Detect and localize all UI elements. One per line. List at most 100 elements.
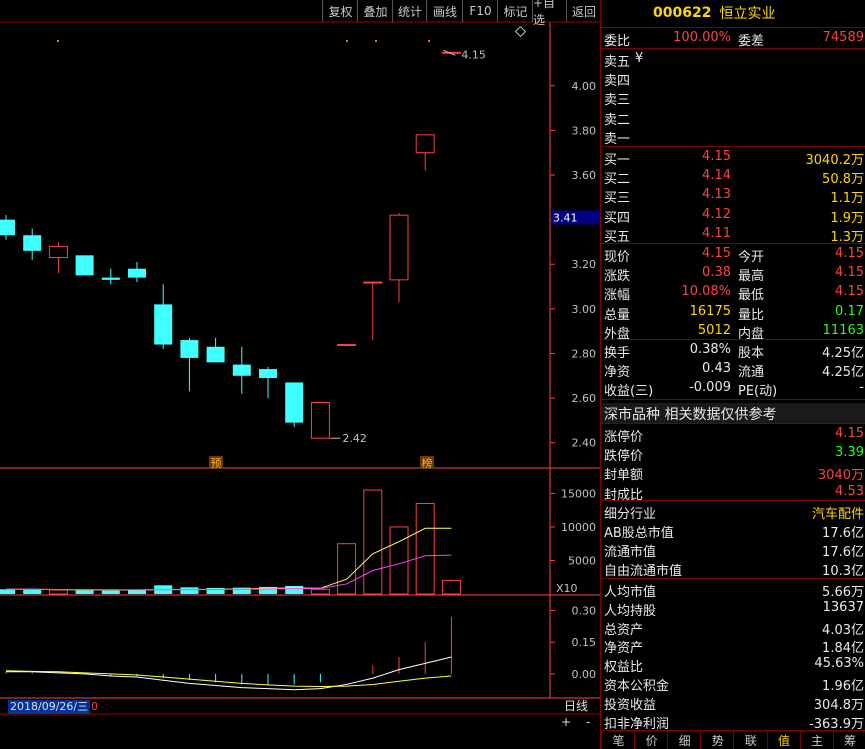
stat-label2: 量比 [738,307,765,323]
candle-body [232,364,251,376]
vol-ma-line-a [6,527,452,591]
stat-row: 现价 4.15 今开 4.15 [601,245,865,265]
buy-row: 买二 4.14 50.8万 [601,167,865,188]
volume-bar [415,502,435,595]
panel-tab-4[interactable]: 联 [733,731,767,749]
fin-label: 换手 [604,346,631,361]
fin-value: -0.009 [689,380,731,396]
market-note: 深市品种 相关数据仅供参考 [601,403,865,423]
price-tick-label: 3.60 [572,169,597,182]
toolbar-item-7[interactable]: 返回 [566,0,601,22]
stat-label: 总量 [604,307,631,323]
cap-value: 17.6亿 [822,545,864,560]
limit-row: 涨停价 4.15 [601,425,865,445]
cap-label: AB股总市值 [604,526,674,541]
stat-label: 现价 [604,250,631,265]
cap-value: 17.6亿 [822,526,864,541]
fin-label: 收益(三) [604,384,654,400]
fund-label: 人均市值 [604,585,657,600]
fin-label2: 流通 [738,365,765,381]
buy-price: 4.12 [702,206,731,222]
stat-label2: 最高 [738,269,765,285]
kline-chart-area[interactable]: 4.003.803.603.403.203.002.802.602.403.41… [0,0,600,749]
panel-tab-1[interactable]: 价 [634,731,668,749]
fin-value2: 4.25亿 [822,365,864,381]
sell-row: 卖三 [601,88,865,109]
panel-tab-7[interactable]: 筹 [832,731,865,749]
diamond-icon[interactable] [514,25,527,38]
panel-tab-6[interactable]: 主 [799,731,834,749]
buy-price: 4.13 [702,187,731,203]
stat-label2: 今开 [738,250,765,265]
kline-chart[interactable]: 4.003.803.603.403.203.002.802.602.403.41… [0,0,600,749]
stat-label: 涨幅 [604,288,631,304]
fin-label: 净资 [604,365,631,381]
buy-row: 买一 4.15 3040.2万 [601,148,865,168]
panel-tab-2[interactable]: 细 [667,731,701,749]
fund-label: 资本公积金 [604,679,670,694]
fund-row: 资本公积金 1.96亿 [601,674,865,694]
panel-tab-5[interactable]: 值 [766,731,801,749]
panel-tab-0[interactable]: 笔 [601,731,635,749]
fund-value: -363.9万 [809,716,864,732]
fin-row: 净资 0.43 流通 4.25亿 [601,360,865,381]
cap-row: 流通市值 17.6亿 [601,540,865,560]
zoom-in-button[interactable]: + [561,715,571,729]
buy-label: 买二 [604,172,631,188]
price-tick-label: 3.00 [572,303,597,316]
buy-row: 买五 4.11 1.3万 [601,225,865,245]
macd-tick-label: 0.00 [572,668,597,681]
fund-value: 5.66万 [822,585,864,600]
volume-bar [23,589,42,594]
stat-value: 10.08% [681,284,731,300]
toolbar-item-3[interactable]: 画线 [426,0,463,22]
volume-bar [128,589,146,594]
macd-tick-label: 0.15 [572,636,597,649]
stock-name: 恒立实业 [719,6,776,22]
candle-body [206,346,225,363]
vol-ma-line-b [6,554,452,591]
fin-row: 换手 0.38% 股本 4.25亿 [601,341,865,361]
candle-body [389,214,409,281]
stat-value: 5012 [697,322,731,338]
candle-body [48,245,68,259]
volume-bar [441,580,461,595]
fin-value2: 4.25亿 [822,346,864,361]
toolbar-item-0[interactable]: 复权 [322,0,358,22]
toolbar-item-1[interactable]: 叠加 [357,0,393,22]
toolbar-item-6[interactable]: +自选 [532,0,567,27]
volume-bar [310,588,330,595]
industry-value[interactable]: 汽车配件 [812,503,864,522]
sell-label: 卖二 [604,112,631,128]
cursor-date-suffix: 0 [91,700,98,713]
sell-row: 卖一 [601,127,865,147]
volume-bar [180,587,199,594]
macd-tick-label: 0.30 [572,605,597,618]
stat-value: 4.15 [702,246,731,261]
toolbar-item-5[interactable]: 标记 [497,0,533,22]
event-marker-bang: 榜 [422,456,433,470]
marker-dot [57,40,59,42]
sell-note: ¥ [635,51,644,66]
buy-price: 4.15 [702,149,731,164]
stat-value: 16175 [689,303,731,319]
toolbar-item-2[interactable]: 统计 [392,0,427,22]
marker-dot [375,40,377,42]
stat-value2: 11163 [822,322,864,338]
fund-value: 13637 [822,599,864,615]
volume-bar [285,585,304,594]
limit-value: 4.15 [835,426,864,441]
zoom-out-button[interactable]: - [586,715,590,729]
limit-row: 跌停价 3.39 [601,444,865,464]
period-day-button[interactable]: 日线 [553,698,599,714]
limit-label: 封单额 [604,468,644,484]
limit-value: 3.39 [835,445,864,461]
panel-tab-3[interactable]: 势 [700,731,734,749]
candle-body [75,255,94,276]
sell-label: 卖三 [604,93,631,109]
stat-value2: 0.17 [835,303,864,319]
volume-bar [363,489,383,595]
fund-row: 总资产 4.03亿 [601,618,865,638]
toolbar-item-4[interactable]: F10 [462,0,498,22]
fin-value: 0.38% [689,342,731,357]
